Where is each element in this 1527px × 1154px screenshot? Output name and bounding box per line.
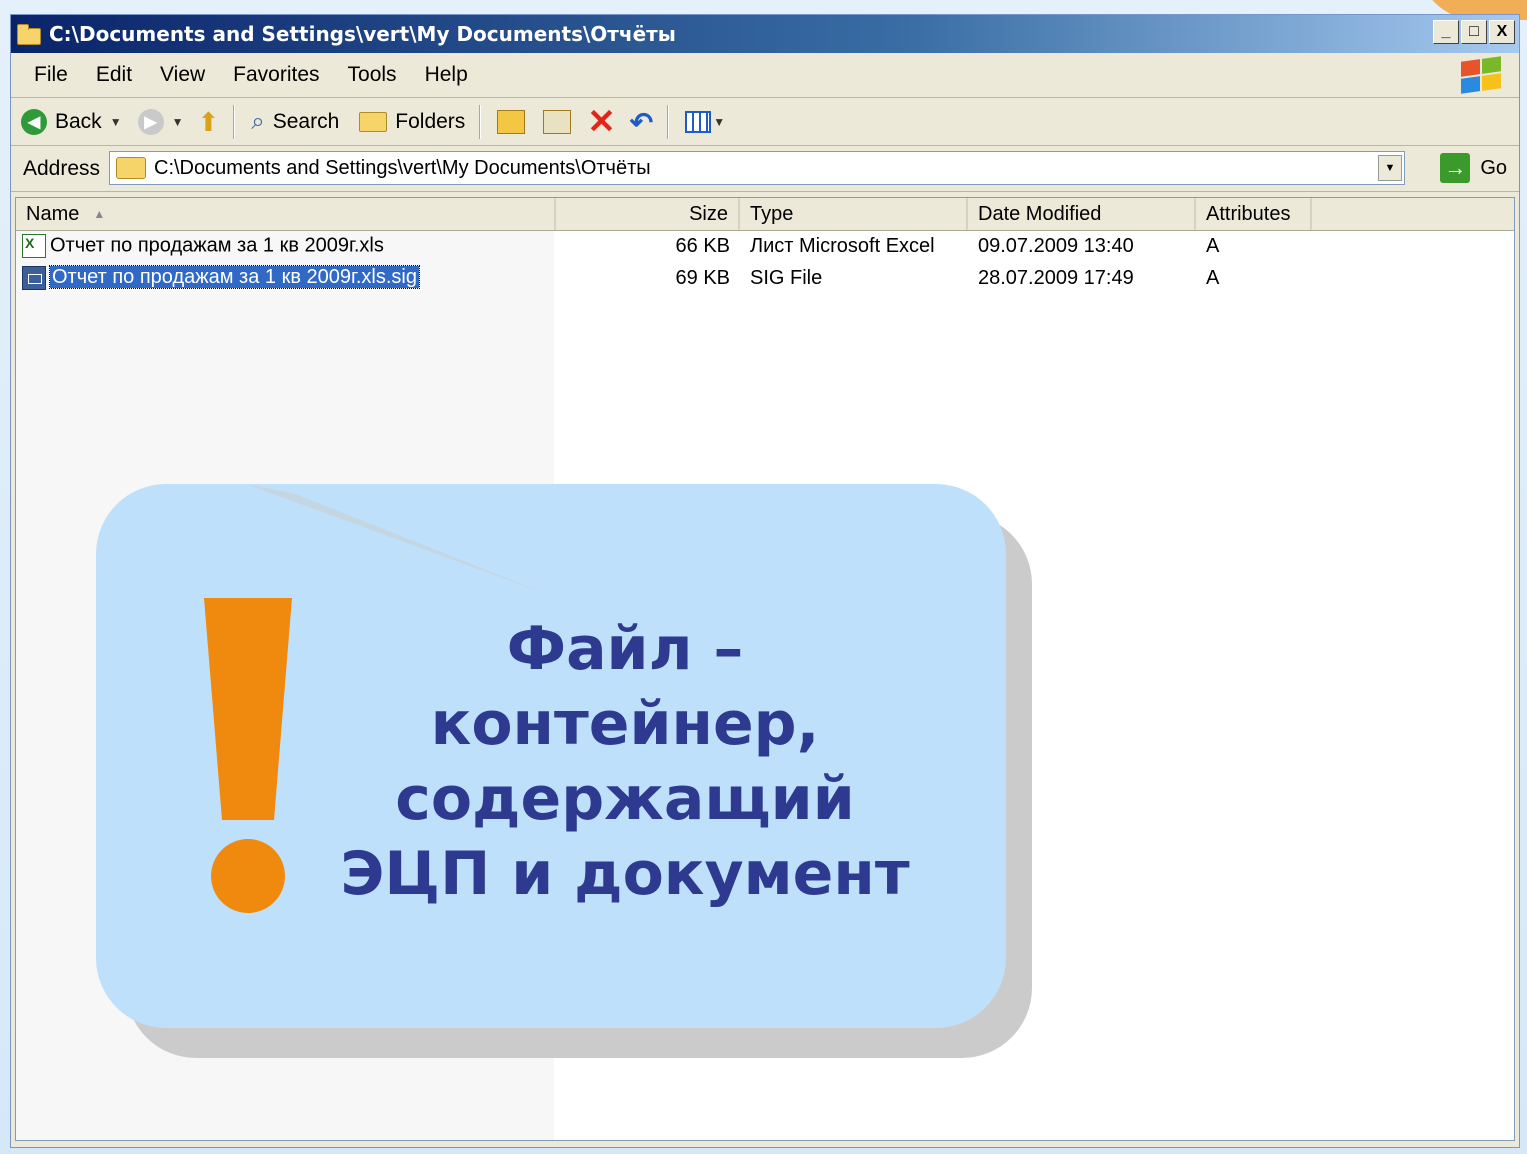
menu-bar: File Edit View Favorites Tools Help (11, 53, 1519, 98)
menu-favorites[interactable]: Favorites (228, 63, 324, 87)
column-header-size[interactable]: Size (556, 198, 740, 230)
menu-tools[interactable]: Tools (343, 63, 402, 87)
file-date-modified: 28.07.2009 17:49 (978, 266, 1134, 289)
views-button[interactable]: ▼ (685, 111, 725, 133)
sig-file-icon (22, 266, 46, 290)
column-name-label: Name (26, 202, 80, 225)
file-name: Отчет по продажам за 1 кв 2009г.xls.sig (49, 265, 420, 290)
delete-button[interactable]: ✕ (587, 103, 616, 141)
copy-to-icon (543, 110, 572, 134)
maximize-button[interactable]: □ (1461, 20, 1487, 44)
back-label: Back (55, 110, 102, 133)
go-label: Go (1480, 156, 1507, 179)
address-label: Address (23, 157, 101, 180)
copy-to-button[interactable] (543, 110, 572, 134)
column-header-type[interactable]: Type (740, 198, 968, 230)
address-dropdown-icon[interactable]: ▼ (1378, 155, 1402, 181)
file-attributes: A (1206, 266, 1220, 289)
callout-line: ЭЦП и документ (340, 839, 910, 909)
search-button[interactable]: ⌕ Search (251, 108, 339, 136)
up-folder-button[interactable]: ⬆ (197, 107, 219, 138)
menu-help[interactable]: Help (420, 63, 473, 87)
forward-button[interactable]: ▶ ▼ (137, 109, 184, 135)
windows-logo-icon (1461, 56, 1501, 94)
column-header: Name ▲ Size Type Date Modified Attribute… (16, 198, 1514, 231)
views-icon (685, 111, 712, 133)
back-button[interactable]: ◀ Back ▼ (21, 109, 122, 135)
views-dropdown-icon: ▼ (713, 115, 726, 129)
excel-file-icon (22, 234, 46, 258)
toolbar-separator (479, 105, 482, 139)
search-label: Search (272, 110, 340, 133)
folder-icon (17, 24, 41, 45)
file-attributes: A (1206, 234, 1220, 257)
address-value: C:\Documents and Settings\vert\My Docume… (154, 156, 651, 179)
search-icon: ⌕ (251, 108, 265, 135)
folders-label: Folders (395, 110, 466, 133)
table-row-selected[interactable]: Отчет по продажам за 1 кв 2009г.xls.sig … (16, 262, 1514, 294)
window-title: C:\Documents and Settings\vert\My Docume… (49, 22, 676, 46)
toolbar-separator (233, 105, 236, 139)
folders-icon (359, 112, 388, 132)
column-header-name[interactable]: Name ▲ (16, 198, 556, 230)
back-dropdown-icon[interactable]: ▼ (110, 115, 122, 129)
standard-toolbar: ◀ Back ▼ ▶ ▼ ⬆ ⌕ Search Folders ✕ ↶ ▼ (11, 99, 1519, 146)
file-type: Лист Microsoft Excel (750, 234, 935, 257)
callout-line: содержащий (395, 764, 855, 834)
address-field[interactable]: C:\Documents and Settings\vert\My Docume… (109, 151, 1405, 185)
forward-arrow-icon: ▶ (137, 109, 164, 135)
callout-line: Файл – (506, 614, 744, 684)
up-folder-icon: ⬆ (197, 106, 220, 137)
file-date-modified: 09.07.2009 13:40 (978, 234, 1134, 257)
toolbar-separator (667, 105, 670, 139)
sort-ascending-icon: ▲ (93, 207, 106, 221)
minimize-button[interactable]: _ (1433, 20, 1459, 44)
go-button[interactable]: → Go (1440, 153, 1507, 183)
undo-button[interactable]: ↶ (630, 106, 653, 139)
file-type: SIG File (750, 266, 823, 289)
file-name: Отчет по продажам за 1 кв 2009г.xls (50, 234, 384, 257)
title-bar: C:\Documents and Settings\vert\My Docume… (11, 15, 1519, 53)
address-bar: Address C:\Documents and Settings\vert\M… (11, 147, 1519, 192)
file-size: 69 KB (675, 266, 730, 289)
move-to-button[interactable] (497, 110, 526, 134)
menu-view[interactable]: View (155, 63, 210, 87)
close-button[interactable]: X (1489, 20, 1515, 44)
callout-line: контейнер, (430, 689, 820, 759)
delete-icon: ✕ (587, 103, 616, 141)
file-size: 66 KB (675, 234, 730, 257)
window-controls: _ □ X (1433, 20, 1515, 44)
go-arrow-icon: → (1440, 153, 1471, 183)
column-header-date-modified[interactable]: Date Modified (968, 198, 1196, 230)
back-arrow-icon: ◀ (21, 109, 47, 135)
menu-file[interactable]: File (29, 63, 73, 87)
folders-button[interactable]: Folders (359, 110, 465, 134)
column-header-attributes[interactable]: Attributes (1196, 198, 1312, 230)
folder-icon (116, 157, 146, 179)
exclamation-icon (204, 598, 292, 913)
move-to-icon (497, 110, 526, 134)
table-row[interactable]: Отчет по продажам за 1 кв 2009г.xls 66 K… (16, 230, 1514, 262)
undo-icon: ↶ (629, 106, 654, 138)
menu-edit[interactable]: Edit (91, 63, 137, 87)
forward-dropdown-icon[interactable]: ▼ (172, 115, 184, 129)
callout-text: Файл – контейнер, содержащий ЭЦП и докум… (300, 612, 950, 912)
